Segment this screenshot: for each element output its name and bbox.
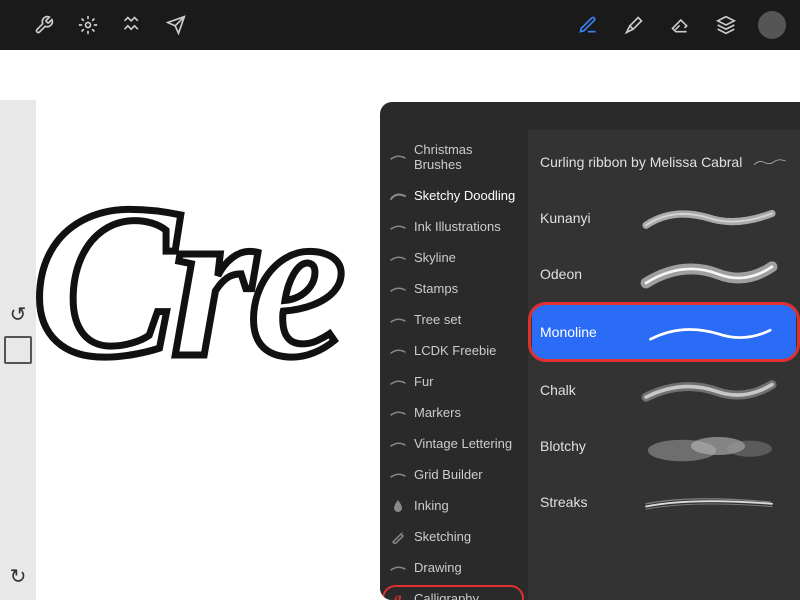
category-label-ink: Ink Illustrations (414, 219, 501, 234)
smudge-icon[interactable] (118, 11, 146, 39)
category-icon-skyline (388, 251, 408, 265)
toolbar (0, 0, 800, 50)
category-icon-vintage (388, 437, 408, 451)
brush-item-chalk[interactable]: Chalk (528, 362, 800, 418)
category-item-stamps[interactable]: Stamps (380, 273, 528, 304)
category-icon-lcdk (388, 344, 408, 358)
category-icon-calligraphy: a (388, 592, 408, 600)
canvas-content: Cre (32, 171, 338, 391)
brush-item-streaks[interactable]: Streaks (528, 474, 800, 530)
brush-name-monoline: Monoline (540, 324, 620, 340)
category-item-inking[interactable]: Inking (380, 490, 528, 521)
category-item-grid[interactable]: Grid Builder (380, 459, 528, 490)
category-icon-drawing (388, 561, 408, 575)
send-icon[interactable] (162, 11, 190, 39)
category-icon-christmas (388, 150, 408, 164)
category-item-sketchy[interactable]: Sketchy Doodling (380, 180, 528, 211)
brush-name-chalk: Chalk (540, 382, 620, 398)
category-item-ink[interactable]: Ink Illustrations (380, 211, 528, 242)
selection-tool[interactable] (4, 336, 32, 364)
category-label-calligraphy: Calligraphy (414, 591, 479, 600)
adjust-icon[interactable] (74, 11, 102, 39)
brush-library-panel: Christmas Brushes Sketchy Doodling Ink Ill… (380, 102, 800, 600)
brush-preview-monoline (630, 312, 788, 352)
brush-item-odeon[interactable]: Odeon (528, 246, 800, 302)
category-item-lcdk[interactable]: LCDK Freebie (380, 335, 528, 366)
brush-panel-header (380, 102, 800, 130)
category-item-fur[interactable]: Fur (380, 366, 528, 397)
category-item-markers[interactable]: Markers (380, 397, 528, 428)
brush-name-blotchy: Blotchy (540, 438, 620, 454)
category-icon-sketchy (388, 189, 408, 203)
brush-name-curling: Curling ribbon by Melissa Cabral (540, 154, 742, 170)
category-icon-treeset (388, 313, 408, 327)
category-icon-stamps (388, 282, 408, 296)
wrench-icon[interactable] (30, 11, 58, 39)
category-label-lcdk: LCDK Freebie (414, 343, 496, 358)
redo-tool[interactable]: ↻ (4, 562, 32, 590)
toolbar-left (14, 11, 190, 39)
category-item-calligraphy[interactable]: a Calligraphy (380, 583, 528, 600)
category-icon-inking (388, 499, 408, 513)
category-item-christmas[interactable]: Christmas Brushes (380, 134, 528, 180)
brush-preview-streaks (630, 482, 788, 522)
category-item-sketching[interactable]: Sketching (380, 521, 528, 552)
category-label-markers: Markers (414, 405, 461, 420)
brush-item-curling[interactable]: Curling ribbon by Melissa Cabral (528, 134, 800, 190)
brush-panel-body: Christmas Brushes Sketchy Doodling Ink Ill… (380, 130, 800, 600)
category-icon-fur (388, 375, 408, 389)
category-label-christmas: Christmas Brushes (414, 142, 516, 172)
brush-preview-kunanyi (630, 198, 788, 238)
pen-icon[interactable] (574, 11, 602, 39)
category-icon-sketching (388, 530, 408, 544)
category-item-skyline[interactable]: Skyline (380, 242, 528, 273)
category-label-grid: Grid Builder (414, 467, 483, 482)
avatar[interactable] (758, 11, 786, 39)
category-icon-grid (388, 468, 408, 482)
category-label-sketchy: Sketchy Doodling (414, 188, 515, 203)
category-item-drawing[interactable]: Drawing (380, 552, 528, 583)
category-label-inking: Inking (414, 498, 449, 513)
category-label-stamps: Stamps (414, 281, 458, 296)
brush-preview-blotchy (630, 426, 788, 466)
toolbar-right (574, 11, 786, 39)
brush-name-kunanyi: Kunanyi (540, 210, 620, 226)
category-label-sketching: Sketching (414, 529, 471, 544)
brush-preview-chalk (630, 370, 788, 410)
brush-preview-curling (752, 142, 788, 182)
layers-icon[interactable] (712, 11, 740, 39)
category-label-fur: Fur (414, 374, 434, 389)
brush-preview-odeon (630, 254, 788, 294)
brush-item-blotchy[interactable]: Blotchy (528, 418, 800, 474)
category-label-drawing: Drawing (414, 560, 462, 575)
category-list: Christmas Brushes Sketchy Doodling Ink Ill… (380, 130, 528, 600)
brush-name-odeon: Odeon (540, 266, 620, 282)
undo-tool[interactable]: ↺ (4, 300, 32, 328)
brush-name-streaks: Streaks (540, 494, 620, 510)
category-label-treeset: Tree set (414, 312, 461, 327)
brush-item-monoline[interactable]: Monoline (532, 304, 796, 360)
brush-item-kunanyi[interactable]: Kunanyi (528, 190, 800, 246)
category-icon-ink (388, 220, 408, 234)
category-item-vintage[interactable]: Vintage Lettering (380, 428, 528, 459)
brush-list: Curling ribbon by Melissa Cabral Kunanyi O… (528, 130, 800, 600)
fountain-pen-icon[interactable] (620, 11, 648, 39)
category-item-treeset[interactable]: Tree set (380, 304, 528, 335)
category-label-vintage: Vintage Lettering (414, 436, 512, 451)
category-icon-markers (388, 406, 408, 420)
canvas-area: ↺ ↻ Cre Christmas Brushes Sketchy Doodlin… (0, 50, 800, 600)
category-label-skyline: Skyline (414, 250, 456, 265)
left-sidebar: ↺ ↻ (0, 100, 36, 600)
eraser-icon[interactable] (666, 11, 694, 39)
